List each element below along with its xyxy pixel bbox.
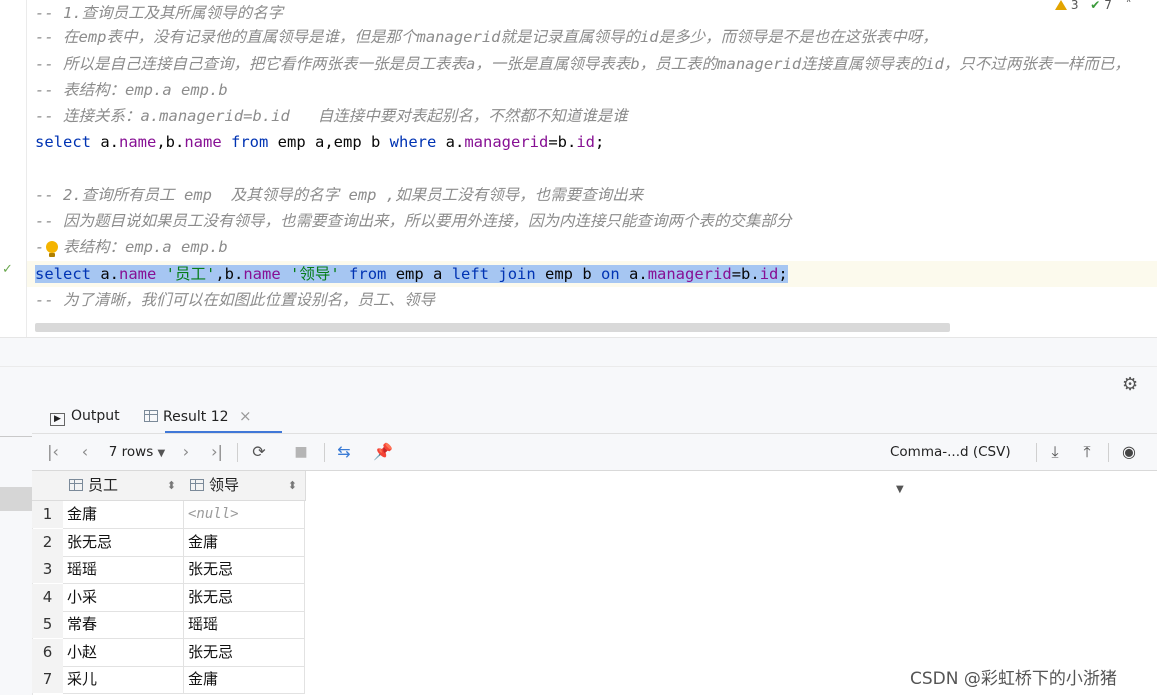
download-icon[interactable]: ⤓: [1044, 434, 1066, 470]
close-icon[interactable]: ×: [239, 407, 252, 425]
cell-leader[interactable]: <null>: [184, 501, 305, 529]
next-page-icon[interactable]: ›: [175, 434, 197, 470]
upload-icon[interactable]: ⤒: [1076, 434, 1098, 470]
eye-icon[interactable]: ◉: [1117, 434, 1141, 470]
row-number[interactable]: 2: [32, 528, 63, 556]
row-number[interactable]: 4: [32, 583, 63, 611]
row-number[interactable]: 5: [32, 611, 63, 638]
sort-icon[interactable]: ⬍: [288, 471, 297, 500]
collapse-icon[interactable]: ˄: [1126, 0, 1132, 12]
row-number[interactable]: 1: [32, 501, 63, 528]
refresh-icon[interactable]: ⟳: [248, 434, 270, 470]
row-number[interactable]: 3: [32, 556, 63, 583]
divider: [237, 443, 238, 462]
pin-icon[interactable]: 📌: [372, 434, 394, 470]
output-icon: ▶: [50, 413, 65, 426]
change-marker-icon: ✓: [2, 262, 13, 277]
result-tabs: ▶ Output Result 12 ×: [32, 400, 1157, 434]
row-number-header: [32, 471, 64, 501]
inspection-widget[interactable]: 3 ✔ 7 ˄: [1055, 0, 1132, 12]
panel-splitter[interactable]: [0, 337, 1157, 367]
divider: [324, 443, 325, 462]
column-icon: [69, 479, 83, 491]
check-icon: ✔: [1090, 0, 1101, 12]
tab-result-12[interactable]: Result 12 ×: [144, 400, 252, 433]
code-line-sql-selected[interactable]: select a.name '员工',b.name '领导' from emp …: [35, 261, 788, 287]
code-line-comment[interactable]: -- 表结构：emp.a emp.b: [35, 77, 228, 103]
column-icon: [190, 479, 204, 491]
cell-employee[interactable]: 采儿: [63, 666, 184, 694]
gear-icon[interactable]: ⚙: [1122, 374, 1138, 395]
code-line-comment[interactable]: -- 2.查询所有员工 emp 及其领导的名字 emp ,如果员工没有领导，也需…: [35, 182, 643, 208]
compare-icon[interactable]: ⇆: [332, 434, 356, 470]
code-line-comment[interactable]: -- 表结构：emp.a emp.b: [35, 234, 228, 260]
export-format-dropdown[interactable]: Comma-...d (CSV) ▼: [890, 434, 1025, 495]
code-line-comment[interactable]: -- 因为题目说如果员工没有领导，也需要查询出来，所以要用外连接，因为内连接只能…: [35, 208, 792, 234]
cell-employee[interactable]: 常春: [63, 611, 184, 639]
cell-employee[interactable]: 小赵: [63, 638, 184, 667]
code-line-comment[interactable]: -- 连接关系：a.managerid=b.id 自连接中要对表起别名，不然都不…: [35, 103, 628, 129]
divider: [1036, 443, 1037, 462]
cell-employee[interactable]: 张无忌: [63, 528, 184, 557]
cell-employee[interactable]: 小采: [63, 583, 184, 612]
column-label: 员工: [88, 476, 119, 494]
code-line-comment[interactable]: -- 所以是自己连接自己查询，把它看作两张表一张是员工表表a，一张是直属领导表表…: [35, 51, 1130, 77]
services-panel-header: [0, 366, 1157, 401]
tab-label: Output: [71, 408, 120, 424]
selected-tree-node[interactable]: [0, 487, 32, 511]
check-count: 7: [1104, 0, 1112, 12]
horizontal-scrollbar[interactable]: [35, 323, 950, 332]
cell-leader[interactable]: 张无忌: [184, 638, 305, 667]
column-label: 领导: [209, 476, 240, 494]
code-line-comment[interactable]: -- 1.查询员工及其所属领导的名字: [35, 0, 283, 26]
warning-icon: [1055, 0, 1067, 10]
sort-icon[interactable]: ⬍: [167, 471, 176, 500]
export-format-label: Comma-...d (CSV): [890, 444, 1011, 460]
code-line-comment[interactable]: -- 为了清晰，我们可以在如图此位置设别名，员工、领导: [35, 287, 435, 313]
chevron-down-icon: ▼: [896, 484, 904, 495]
first-page-icon[interactable]: |‹: [42, 434, 64, 470]
tab-label: Result 12: [163, 409, 229, 425]
editor-gutter: [0, 0, 27, 337]
watermark-text: CSDN @彩虹桥下的小浙猪: [910, 669, 1117, 689]
cell-leader[interactable]: 金庸: [184, 666, 305, 694]
column-header-employee[interactable]: 员工 ⬍: [63, 471, 185, 501]
services-tree-strip[interactable]: [0, 400, 33, 695]
code-line-comment[interactable]: -- 在emp表中，没有记录他的直属领导是谁，但是那个managerid就是记录…: [35, 24, 938, 50]
stop-icon[interactable]: ■: [290, 434, 312, 470]
prev-page-icon[interactable]: ‹: [74, 434, 96, 470]
divider: [0, 436, 32, 437]
cell-leader[interactable]: 张无忌: [184, 583, 305, 612]
row-number[interactable]: 6: [32, 638, 63, 666]
tab-output[interactable]: ▶ Output: [50, 400, 120, 433]
code-line-sql[interactable]: select a.name,b.name from emp a,emp b wh…: [35, 129, 604, 155]
chevron-down-icon: ▼: [157, 448, 166, 459]
cell-leader[interactable]: 张无忌: [184, 556, 305, 584]
rows-count-dropdown[interactable]: 7 rows ▼: [106, 434, 168, 470]
cell-leader[interactable]: 瑶瑶: [184, 611, 305, 639]
divider: [1108, 443, 1109, 462]
warning-count: 3: [1070, 0, 1079, 12]
rows-label: 7 rows: [108, 444, 154, 460]
cell-employee[interactable]: 瑶瑶: [63, 556, 184, 584]
row-number[interactable]: 7: [32, 666, 63, 693]
sql-editor[interactable]: ✓ 3 ✔ 7 ˄ -- 1.查询员工及其所属领导的名字 -- 在emp表中，没…: [0, 0, 1157, 337]
table-icon: [144, 410, 158, 422]
cell-leader[interactable]: 金庸: [184, 528, 305, 557]
last-page-icon[interactable]: ›|: [206, 434, 228, 470]
cell-employee[interactable]: 金庸: [63, 501, 184, 529]
active-tab-indicator: [165, 431, 282, 433]
result-toolbar: |‹ ‹ 7 rows ▼ › ›| ⟳ ■ ⇆ 📌 Comma-...d (C…: [32, 434, 1157, 495]
column-header-leader[interactable]: 领导 ⬍: [184, 471, 306, 501]
lightbulb-icon[interactable]: [46, 241, 58, 259]
